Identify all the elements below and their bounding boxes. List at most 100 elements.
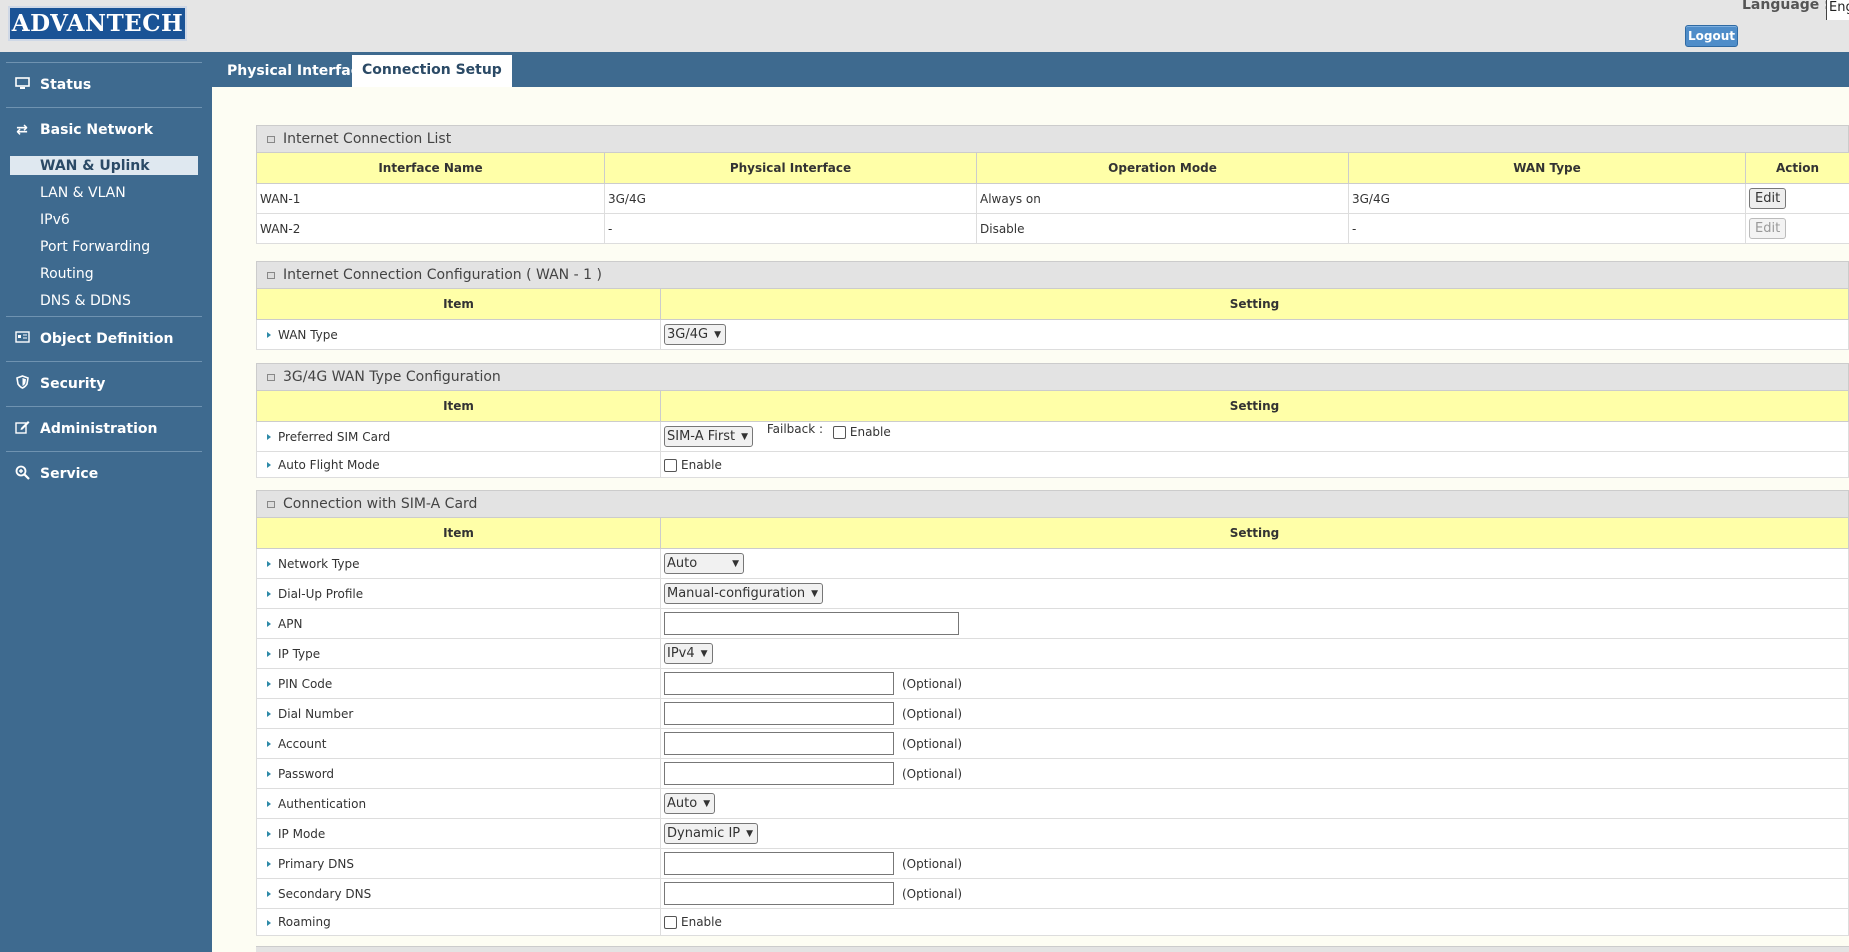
logout-button[interactable]: Logout — [1685, 25, 1738, 47]
account-input[interactable] — [664, 732, 894, 755]
item-label: Dial Number — [278, 706, 354, 721]
item-cell: Preferred SIM Card — [256, 421, 661, 452]
select-value: Dynamic IP — [667, 826, 741, 841]
primary-dns-input[interactable] — [664, 852, 894, 875]
sidebar-item-dns-ddns[interactable]: DNS & DDNS — [10, 291, 198, 310]
item-cell: WAN Type — [256, 319, 661, 350]
sim-a-panel: Connection with SIM-A Card Item Setting … — [256, 490, 1849, 936]
apn-input[interactable] — [664, 612, 959, 635]
collapse-square-icon[interactable] — [267, 271, 275, 279]
dial-number-input[interactable] — [664, 702, 894, 725]
optional-hint: (Optional) — [902, 856, 963, 871]
table-row: Preferred SIM Card SIM-A First ▼ Failback… — [256, 421, 1849, 452]
arrow-icon — [267, 561, 271, 567]
checkbox-label: Enable — [849, 425, 891, 439]
collapse-square-icon[interactable] — [267, 373, 275, 381]
table-row: Auto Flight Mode Enable — [256, 451, 1849, 478]
table-row: Secondary DNS (Optional) — [256, 878, 1849, 909]
section-title-text: Internet Connection Configuration ( WAN … — [283, 267, 602, 283]
roaming-checkbox[interactable] — [664, 916, 677, 929]
column-header: Setting — [660, 390, 1849, 422]
edit-icon — [14, 420, 30, 438]
setting-cell: 3G/4G ▼ — [660, 319, 1849, 350]
tab-connection-setup[interactable]: Connection Setup — [352, 55, 512, 87]
ip-type-select[interactable]: IPv4 ▼ — [664, 643, 713, 664]
table-row: Network Type Auto ▼ — [256, 548, 1849, 579]
table-row: IP Type IPv4 ▼ — [256, 638, 1849, 669]
sidebar-group-status[interactable]: Status — [6, 62, 202, 107]
sidebar-item-wan-uplink[interactable]: WAN & Uplink — [10, 156, 198, 175]
sidebar-item-lan-vlan[interactable]: LAN & VLAN — [10, 183, 198, 202]
table-row: WAN-2 - Disable - Edit — [256, 213, 1849, 244]
sidebar-item-routing[interactable]: Routing — [10, 264, 198, 283]
cell-action: Edit — [1745, 213, 1849, 244]
edit-wan1-button[interactable]: Edit — [1749, 188, 1787, 209]
sidebar-item-port-forwarding[interactable]: Port Forwarding — [10, 237, 198, 256]
shield-icon — [14, 375, 30, 393]
checkbox-label: Enable — [681, 457, 722, 472]
section-title-text: Internet Connection List — [283, 131, 452, 147]
table-row: IP Mode Dynamic IP ▼ — [256, 818, 1849, 849]
table-row: Password (Optional) — [256, 758, 1849, 789]
cell-physical-interface: - — [604, 213, 977, 244]
sidebar-group-service[interactable]: Service — [6, 451, 202, 496]
item-label: Authentication — [278, 796, 367, 811]
item-cell: Account — [256, 728, 661, 759]
cell-operation-mode: Always on — [976, 183, 1349, 214]
wan-type-select[interactable]: 3G/4G ▼ — [664, 324, 726, 345]
section-title: Internet Connection Configuration ( WAN … — [256, 261, 1849, 288]
secondary-dns-input[interactable] — [664, 882, 894, 905]
item-cell: IP Type — [256, 638, 661, 669]
cell-physical-interface: 3G/4G — [604, 183, 977, 214]
next-section-edge — [256, 946, 1849, 952]
sidebar-group-label: Status — [40, 77, 92, 93]
setting-cell: Dynamic IP ▼ — [660, 818, 1849, 849]
cell-operation-mode: Disable — [976, 213, 1349, 244]
auto-flight-checkbox[interactable] — [664, 458, 677, 472]
arrow-icon — [267, 681, 271, 687]
item-label: IP Type — [278, 646, 321, 661]
setting-cell: (Optional) — [660, 668, 1849, 699]
sidebar-group-security[interactable]: Security — [6, 361, 202, 406]
item-cell: Authentication — [256, 788, 661, 819]
section-title-text: Connection with SIM-A Card — [283, 496, 478, 512]
chevron-down-icon: ▼ — [741, 431, 749, 442]
table-row: PIN Code (Optional) — [256, 668, 1849, 699]
arrow-icon — [267, 651, 271, 657]
select-value: Manual-configuration — [667, 586, 806, 601]
table-row: WAN-1 3G/4G Always on 3G/4G Edit — [256, 183, 1849, 214]
item-label: Dial-Up Profile — [278, 586, 364, 601]
connection-list-table: Interface Name Physical Interface Operat… — [256, 152, 1849, 244]
column-header: Setting — [660, 288, 1849, 320]
collapse-square-icon[interactable] — [267, 500, 275, 508]
optional-hint: (Optional) — [902, 706, 963, 721]
sidebar-item-ipv6[interactable]: IPv6 — [10, 210, 198, 229]
advantech-logo: ADVANTECH — [8, 6, 187, 41]
select-value: IPv4 — [667, 646, 695, 661]
ip-mode-select[interactable]: Dynamic IP ▼ — [664, 823, 759, 844]
item-label: Primary DNS — [278, 856, 355, 871]
password-input[interactable] — [664, 762, 894, 785]
pin-code-input[interactable] — [664, 672, 894, 695]
cell-wan-type: 3G/4G — [1348, 183, 1746, 214]
section-title-text: 3G/4G WAN Type Configuration — [283, 369, 501, 385]
authentication-select[interactable]: Auto ▼ — [664, 793, 716, 814]
edit-wan2-button[interactable]: Edit — [1749, 218, 1787, 239]
item-label: Secondary DNS — [278, 886, 372, 901]
item-cell: Roaming — [256, 908, 661, 936]
select-value: SIM-A First — [667, 429, 736, 444]
language-select[interactable]: Eng — [1826, 0, 1849, 20]
sidebar-group-administration[interactable]: Administration — [6, 406, 202, 451]
sidebar-group-object-definition[interactable]: Object Definition — [6, 316, 202, 361]
collapse-square-icon[interactable] — [267, 135, 275, 143]
failback-checkbox[interactable] — [832, 426, 846, 439]
column-header: Physical Interface — [604, 152, 977, 184]
item-cell: Network Type — [256, 548, 661, 579]
setting-cell: SIM-A First ▼ Failback : Enable — [660, 421, 1849, 452]
preferred-sim-select[interactable]: SIM-A First ▼ — [664, 426, 754, 447]
network-type-select[interactable]: Auto ▼ — [664, 553, 744, 574]
sidebar-group-label: Administration — [40, 421, 158, 437]
sidebar-group-basic-network[interactable]: ⇄ Basic Network — [6, 107, 202, 152]
section-title: 3G/4G WAN Type Configuration — [256, 363, 1849, 390]
dialup-profile-select[interactable]: Manual-configuration ▼ — [664, 583, 824, 604]
